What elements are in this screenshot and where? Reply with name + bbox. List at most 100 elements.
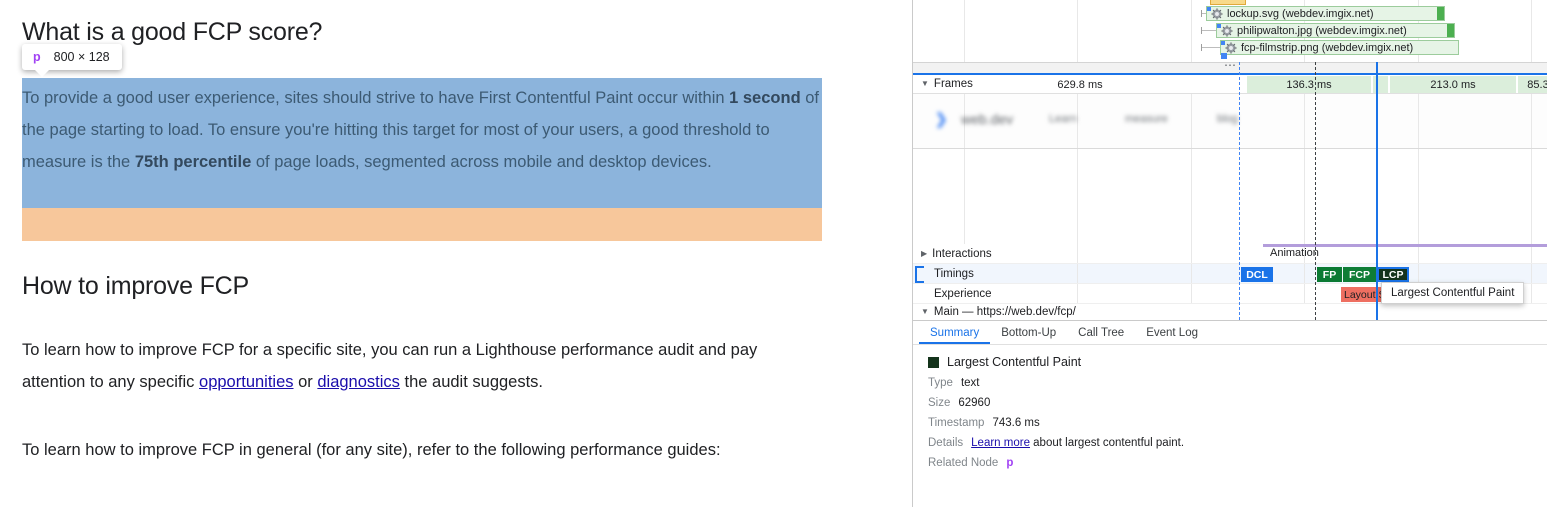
frame-cell[interactable]: 629.8 ms: [985, 76, 1175, 93]
tooltip-tag-name: p: [33, 50, 41, 64]
track-gridline: [1077, 244, 1078, 263]
tab-summary[interactable]: Summary: [919, 321, 990, 344]
interactions-track-label: Interactions: [932, 247, 992, 260]
track-gridline: [1077, 284, 1078, 303]
request-label: fcp-filmstrip.png (webdev.imgix.net): [1241, 41, 1414, 54]
paragraph-bold-1-second: 1 second: [729, 89, 801, 107]
flame-chart-empty-region[interactable]: [913, 149, 1547, 244]
network-request-row[interactable]: philipwalton.jpg (webdev.imgix.net): [913, 22, 1547, 39]
marker-label: DCL: [1246, 268, 1268, 281]
frames-track[interactable]: ▼ Frames 629.8 ms 136.3 ms 213.0 ms 85.3: [913, 75, 1547, 94]
lighthouse-text-part2: or: [293, 373, 318, 391]
related-node-tag[interactable]: p: [1006, 457, 1013, 469]
screenshot-nav-item: measure: [1125, 113, 1168, 125]
detail-row-size: Size 62960: [913, 389, 1547, 409]
request-bar[interactable]: philipwalton.jpg (webdev.imgix.net): [1216, 23, 1455, 38]
detail-key: Details: [928, 437, 964, 449]
frame-cell[interactable]: 136.3 ms: [1247, 76, 1371, 93]
timings-track-label: Timings: [934, 267, 974, 280]
flame-gridline: [1191, 149, 1192, 244]
frame-cell[interactable]: 213.0 ms: [1390, 76, 1516, 93]
track-gridline: [1304, 264, 1305, 283]
paragraph-bold-75th-percentile: 75th percentile: [134, 153, 252, 171]
timing-marker-fp[interactable]: FP: [1317, 267, 1342, 282]
request-lead-line: [1201, 44, 1221, 51]
tab-event-log[interactable]: Event Log: [1135, 321, 1209, 344]
request-bar[interactable]: fcp-filmstrip.png (webdev.imgix.net): [1220, 40, 1459, 55]
track-gridline: [1191, 284, 1192, 303]
screenshot-root: What is a good FCP score? To provide a g…: [0, 0, 1547, 507]
interactions-track[interactable]: ▶ Interactions Animation: [913, 244, 1547, 264]
track-gridline: [1077, 264, 1078, 283]
tab-bottom-up[interactable]: Bottom-Up: [990, 321, 1067, 344]
flame-gridline: [1304, 149, 1305, 244]
image-file-icon: [1211, 7, 1223, 20]
details-suffix-text: about largest contentful paint.: [1029, 437, 1185, 449]
marker-label: LCP: [1382, 268, 1404, 281]
network-expander-row[interactable]: ⋯: [913, 59, 1547, 73]
detail-row-details: Details Learn more about largest content…: [913, 429, 1547, 449]
detail-row-timestamp: Timestamp 743.6 ms: [913, 409, 1547, 429]
experience-track-header[interactable]: Experience: [921, 284, 992, 303]
request-response-segment: [1447, 24, 1454, 37]
request-bar[interactable]: lockup.svg (webdev.imgix.net): [1206, 6, 1445, 21]
detail-value: Learn more about largest contentful pain…: [971, 437, 1184, 449]
tab-label: Summary: [930, 326, 980, 339]
track-gridline: [1418, 264, 1419, 283]
request-start-marker: [1221, 41, 1225, 45]
chevron-down-icon: ▼: [921, 307, 929, 316]
tooltip-dimensions: 800 × 128: [53, 50, 110, 64]
animation-label: Animation: [1270, 247, 1319, 259]
detail-row-type: Type text: [913, 369, 1547, 389]
webdev-logo-icon: ❯: [935, 111, 948, 128]
detail-row-related-node: Related Node p: [913, 449, 1547, 469]
tab-call-tree[interactable]: Call Tree: [1067, 321, 1135, 344]
track-gridline: [1531, 284, 1532, 303]
frame-cell[interactable]: 85.3: [1518, 76, 1547, 93]
track-gridline: [1191, 244, 1192, 263]
chevron-right-icon: ▶: [921, 248, 928, 258]
main-track[interactable]: ▼ Main — https://web.dev/fcp/: [913, 304, 1547, 320]
interactions-track-header[interactable]: ▶ Interactions: [921, 244, 992, 263]
main-track-header[interactable]: ▼ Main — https://web.dev/fcp/: [921, 304, 1076, 320]
request-lead-line: [1201, 27, 1217, 34]
timing-marker-fcp[interactable]: FCP: [1343, 267, 1376, 282]
request-response-segment: [1437, 7, 1444, 20]
tab-label: Call Tree: [1078, 326, 1125, 339]
image-file-icon: [1225, 41, 1237, 54]
paragraph-text-part1: To provide a good user experience, sites…: [22, 89, 730, 107]
frames-track-header[interactable]: ▼ Frames: [921, 75, 973, 93]
filmstrip-gridline: [1418, 94, 1419, 148]
track-gridline: [1304, 284, 1305, 303]
paragraph-text-part3: of page loads, segmented across mobile a…: [251, 153, 712, 171]
timings-track-header[interactable]: Timings: [921, 264, 974, 283]
filmstrip-gridline: [1191, 94, 1192, 148]
frames-track-label: Frames: [933, 78, 973, 90]
network-request-row[interactable]: fcp-filmstrip.png (webdev.imgix.net): [913, 39, 1547, 56]
frame-cell[interactable]: [1373, 76, 1388, 93]
detail-title-row: Largest Contentful Paint: [913, 345, 1547, 369]
main-track-label: Main — https://web.dev/fcp/: [933, 306, 1076, 318]
learn-more-link[interactable]: Learn more: [971, 437, 1030, 449]
screenshot-nav-item: Learn: [1049, 113, 1078, 125]
filmstrip-screenshot[interactable]: ❯ web.dev Learn measure blog: [913, 94, 1547, 149]
marker-label: FP: [1322, 268, 1337, 281]
network-request-row[interactable]: lockup.svg (webdev.imgix.net): [913, 5, 1547, 22]
filmstrip-gridline: [1304, 94, 1305, 148]
timing-marker-dcl[interactable]: DCL: [1241, 267, 1273, 282]
link-opportunities[interactable]: opportunities: [199, 373, 293, 391]
paragraph-guides: To learn how to improve FCP in general (…: [22, 441, 721, 459]
expander-dots: ⋯: [1224, 58, 1237, 72]
timings-track[interactable]: Timings DCL FP FCP LCP: [913, 264, 1547, 284]
link-diagnostics[interactable]: diagnostics: [317, 373, 400, 391]
page-heading-how-to-improve: How to improve FCP: [22, 272, 250, 300]
filmstrip-gridline: [1531, 94, 1532, 148]
element-highlight-padding-box: [22, 208, 822, 241]
frame-duration: 629.8 ms: [1057, 78, 1103, 91]
detail-title-text: Largest Contentful Paint: [947, 355, 1082, 369]
chevron-down-icon: ▼: [921, 79, 929, 88]
filmstrip-gridline: [1077, 94, 1078, 148]
track-gridline: [1191, 264, 1192, 283]
image-file-icon: [1221, 24, 1233, 37]
timing-marker-lcp[interactable]: LCP: [1377, 267, 1409, 282]
